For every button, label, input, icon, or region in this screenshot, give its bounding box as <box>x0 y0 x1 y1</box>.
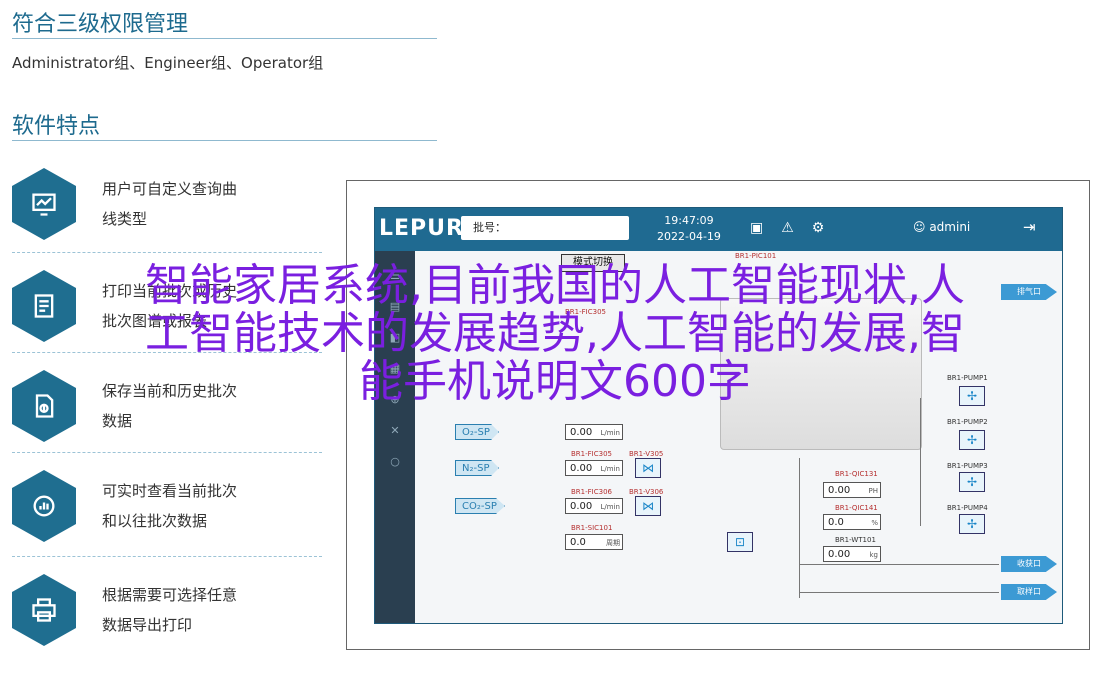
clock-date: 2022-04-19 <box>657 230 721 243</box>
image-icon[interactable]: ▣ <box>750 220 763 236</box>
tag-label: BR1-V306 <box>629 488 664 496</box>
divider <box>12 38 437 39</box>
feature-text: 线类型 <box>102 210 148 228</box>
feature-text: 根据需要可选择任意 <box>102 586 238 604</box>
sidebar-item[interactable]: ○ <box>375 455 415 468</box>
datetime: 19:47:09 2022-04-19 <box>657 213 721 245</box>
feature-text: 可实时查看当前批次 <box>102 482 238 500</box>
permission-groups: Administrator组、Engineer组、Operator组 <box>12 54 324 72</box>
qic-unit: % <box>871 519 878 527</box>
flow-unit: L/min <box>600 503 620 511</box>
hmi-topbar: LEPURE 批号： 19:47:09 2022-04-19 ▣ ⚠ ⚙ ☺ ad… <box>375 208 1062 251</box>
section-title-features: 软件特点 <box>12 114 101 139</box>
sidebar-item[interactable]: ✕ <box>375 424 415 437</box>
flow-value: 0.00 L/min <box>565 498 623 514</box>
tag-label: BR1-SIC101 <box>571 524 613 532</box>
qic-unit: PH <box>868 487 879 495</box>
pump-label: BR1-PUMP3 <box>947 462 988 470</box>
tag-label: BR1-QIC131 <box>835 470 878 478</box>
fan-icon[interactable]: ✢ <box>959 472 985 492</box>
sic-unit: 周期 <box>606 539 620 547</box>
flow-value: 0.00 L/min <box>565 424 623 440</box>
flow-number: 0.00 <box>570 427 593 438</box>
wt-value: 0.00 kg <box>823 546 881 562</box>
sic-value: 0.0 周期 <box>565 534 623 550</box>
valve-icon[interactable]: ⋈ <box>635 458 661 478</box>
qic-value: 0.0% <box>823 514 881 530</box>
sic-number: 0.0 <box>570 537 586 548</box>
divider <box>12 252 322 253</box>
feature-text: 和以往批次数据 <box>102 512 208 530</box>
wt-number: 0.00 <box>828 549 851 560</box>
feature-text: 数据 <box>102 412 133 430</box>
gear-icon[interactable]: ⚙ <box>812 220 825 236</box>
fan-icon[interactable]: ✢ <box>959 430 985 450</box>
feature-text: 数据导出打印 <box>102 616 193 634</box>
pump-label: BR1-PUMP2 <box>947 418 988 426</box>
pipe-line <box>799 458 800 598</box>
weight-icon: ⊡ <box>727 532 753 552</box>
user-menu[interactable]: ☺ admini <box>913 220 970 234</box>
qic-value: 0.00 PH <box>823 482 881 498</box>
harvest-port[interactable]: 收获口 <box>1001 556 1057 572</box>
live-chart-icon <box>12 470 76 542</box>
valve-icon[interactable]: ⋈ <box>635 496 661 516</box>
pipe-line <box>799 564 999 565</box>
tag-label: BR1-V305 <box>629 450 664 458</box>
divider <box>12 140 437 141</box>
gas-inlet[interactable]: CO₂-SP <box>455 498 505 514</box>
flow-number: 0.00 <box>570 501 593 512</box>
username: admini <box>929 220 971 234</box>
flow-unit: L/min <box>600 465 620 473</box>
gas-inlet[interactable]: O₂-SP <box>455 424 499 440</box>
feature-text: 用户可自定义查询曲 <box>102 180 238 198</box>
watermark-headline: 智能家居系统,目前我国的人工智能现状,人 工智能技术的发展趋势,人工智能的发展,… <box>10 262 1100 406</box>
qic-number: 0.0 <box>828 517 844 528</box>
feature-item: 用户可自定义查询曲 线类型 <box>12 168 332 246</box>
section-title-permissions: 符合三级权限管理 <box>12 12 189 37</box>
batch-input[interactable]: 批号： <box>461 216 629 240</box>
fan-icon[interactable]: ✢ <box>959 514 985 534</box>
divider <box>12 556 322 557</box>
logout-icon[interactable]: ⇥ <box>1023 218 1036 236</box>
tag-label: BR1-FIC306 <box>571 488 612 496</box>
tag-label: BR1-FIC305 <box>571 450 612 458</box>
flow-value: 0.00 L/min <box>565 460 623 476</box>
headline-line: 工智能技术的发展趋势,人工智能的发展,智 <box>145 308 965 359</box>
flow-number: 0.00 <box>570 463 593 474</box>
headline-line: 智能家居系统,目前我国的人工智能现状,人 <box>145 260 965 311</box>
toolbar: ▣ ⚠ ⚙ <box>750 220 824 236</box>
pipe-line <box>920 398 921 526</box>
wt-unit: kg <box>869 551 879 559</box>
printer-icon <box>12 574 76 646</box>
gas-inlet[interactable]: N₂-SP <box>455 460 499 476</box>
feature-item: 根据需要可选择任意 数据导出打印 <box>12 574 332 652</box>
pipe-line <box>799 592 999 593</box>
clock-time: 19:47:09 <box>664 214 714 227</box>
tag-label: BR1-PIC101 <box>735 252 777 260</box>
sampling-port[interactable]: 取样口 <box>1001 584 1057 600</box>
qic-number: 0.00 <box>828 485 851 496</box>
user-icon: ☺ <box>913 220 930 234</box>
pump-label: BR1-PUMP4 <box>947 504 988 512</box>
tag-label: BR1-WT101 <box>835 536 876 544</box>
feature-item: 可实时查看当前批次 和以往批次数据 <box>12 470 332 548</box>
alarm-icon[interactable]: ⚠ <box>781 220 794 236</box>
headline-line: 能手机说明文600字 <box>359 356 751 407</box>
tag-label: BR1-QIC141 <box>835 504 878 512</box>
divider <box>12 452 322 453</box>
chart-icon <box>12 168 76 240</box>
flow-unit: L/min <box>600 429 620 437</box>
